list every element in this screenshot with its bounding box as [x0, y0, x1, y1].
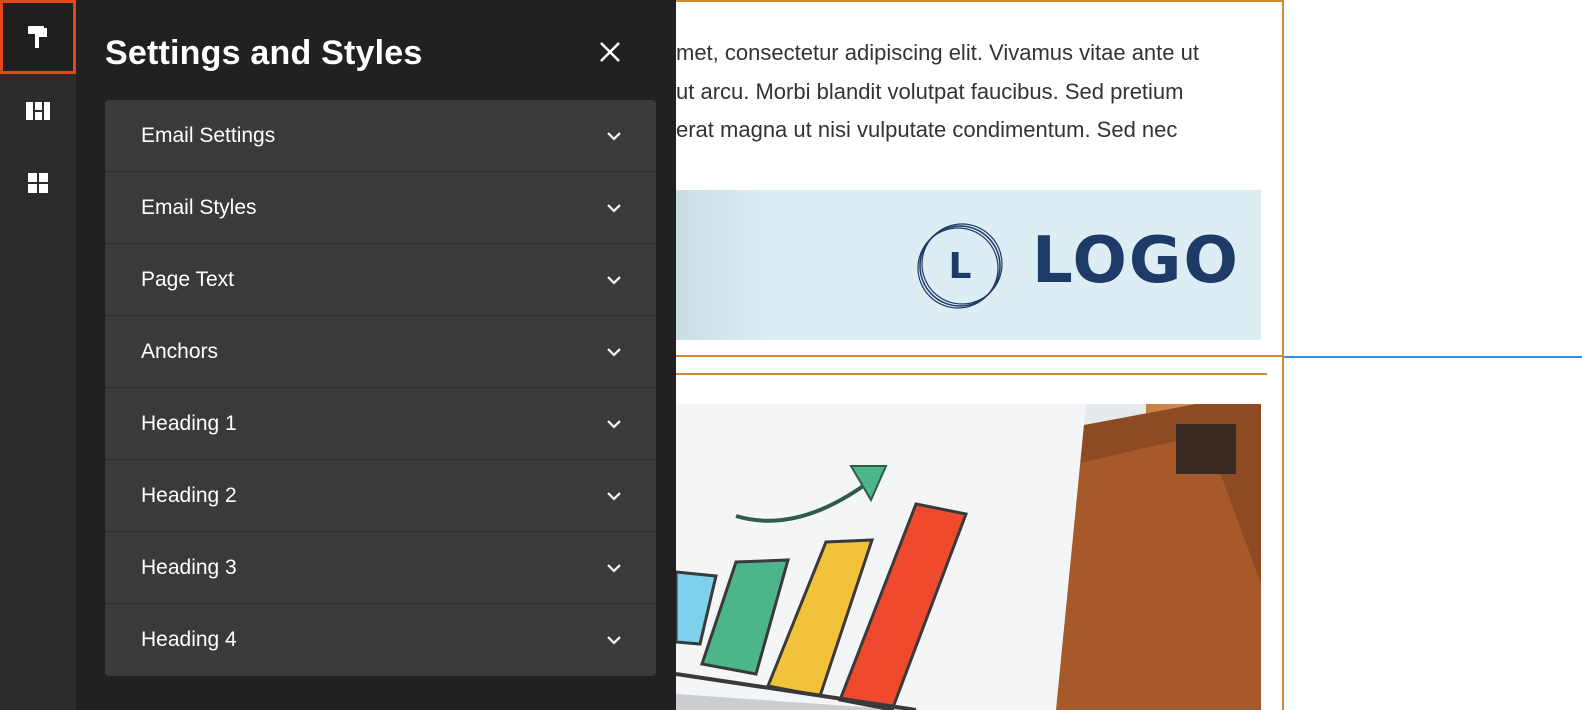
accordion-heading-1[interactable]: Heading 1 — [105, 388, 656, 460]
chevron-down-icon — [604, 270, 624, 290]
content-blocks-button[interactable] — [0, 146, 76, 220]
close-panel-button[interactable] — [588, 30, 632, 74]
layouts-button[interactable] — [0, 74, 76, 148]
drop-guide-line — [1284, 356, 1582, 358]
accordion-heading-4[interactable]: Heading 4 — [105, 604, 656, 676]
accordion-page-text[interactable]: Page Text — [105, 244, 656, 316]
chevron-down-icon — [604, 486, 624, 506]
accordion-label: Heading 4 — [141, 628, 237, 651]
chevron-down-icon — [604, 126, 624, 146]
chevron-down-icon — [604, 558, 624, 578]
layout-blocks-icon — [26, 102, 50, 120]
email-editor: met, consectetur adipiscing elit. Vivamu… — [0, 0, 1582, 710]
accordion-label: Email Styles — [141, 195, 257, 219]
tool-rail — [0, 0, 76, 710]
accordion-anchors[interactable]: Anchors — [105, 316, 656, 388]
chevron-down-icon — [604, 414, 624, 434]
accordion-label: Heading 3 — [141, 555, 237, 579]
accordion-label: Heading 1 — [141, 411, 237, 435]
close-icon — [600, 42, 620, 62]
chevron-down-icon — [604, 630, 624, 650]
accordion-heading-3[interactable]: Heading 3 — [105, 532, 656, 604]
accordion-label: Anchors — [141, 339, 219, 363]
accordion-label: Page Text — [141, 267, 235, 291]
grid-icon — [28, 173, 48, 193]
settings-styles-panel: Settings and Styles Email Settings Email… — [76, 0, 676, 710]
accordion-label: Email Settings — [141, 123, 276, 147]
section-divider — [676, 373, 1267, 375]
accordion-label: Heading 2 — [141, 483, 237, 507]
settings-accordion: Email Settings Email Styles Page Text An… — [105, 100, 656, 676]
accordion-email-settings[interactable]: Email Settings — [105, 100, 656, 172]
hero-image[interactable] — [676, 404, 1261, 710]
paint-roller-icon — [28, 26, 47, 48]
settings-styles-button[interactable] — [0, 0, 76, 74]
accordion-email-styles[interactable]: Email Styles — [105, 172, 656, 244]
chevron-down-icon — [604, 198, 624, 218]
chevron-down-icon — [604, 342, 624, 362]
growth-chart-photo — [676, 404, 1261, 710]
accordion-heading-2[interactable]: Heading 2 — [105, 460, 656, 532]
selected-block-outline — [676, 0, 1284, 357]
panel-title: Settings and Styles — [105, 34, 423, 72]
block-outline-edge — [1282, 357, 1284, 710]
